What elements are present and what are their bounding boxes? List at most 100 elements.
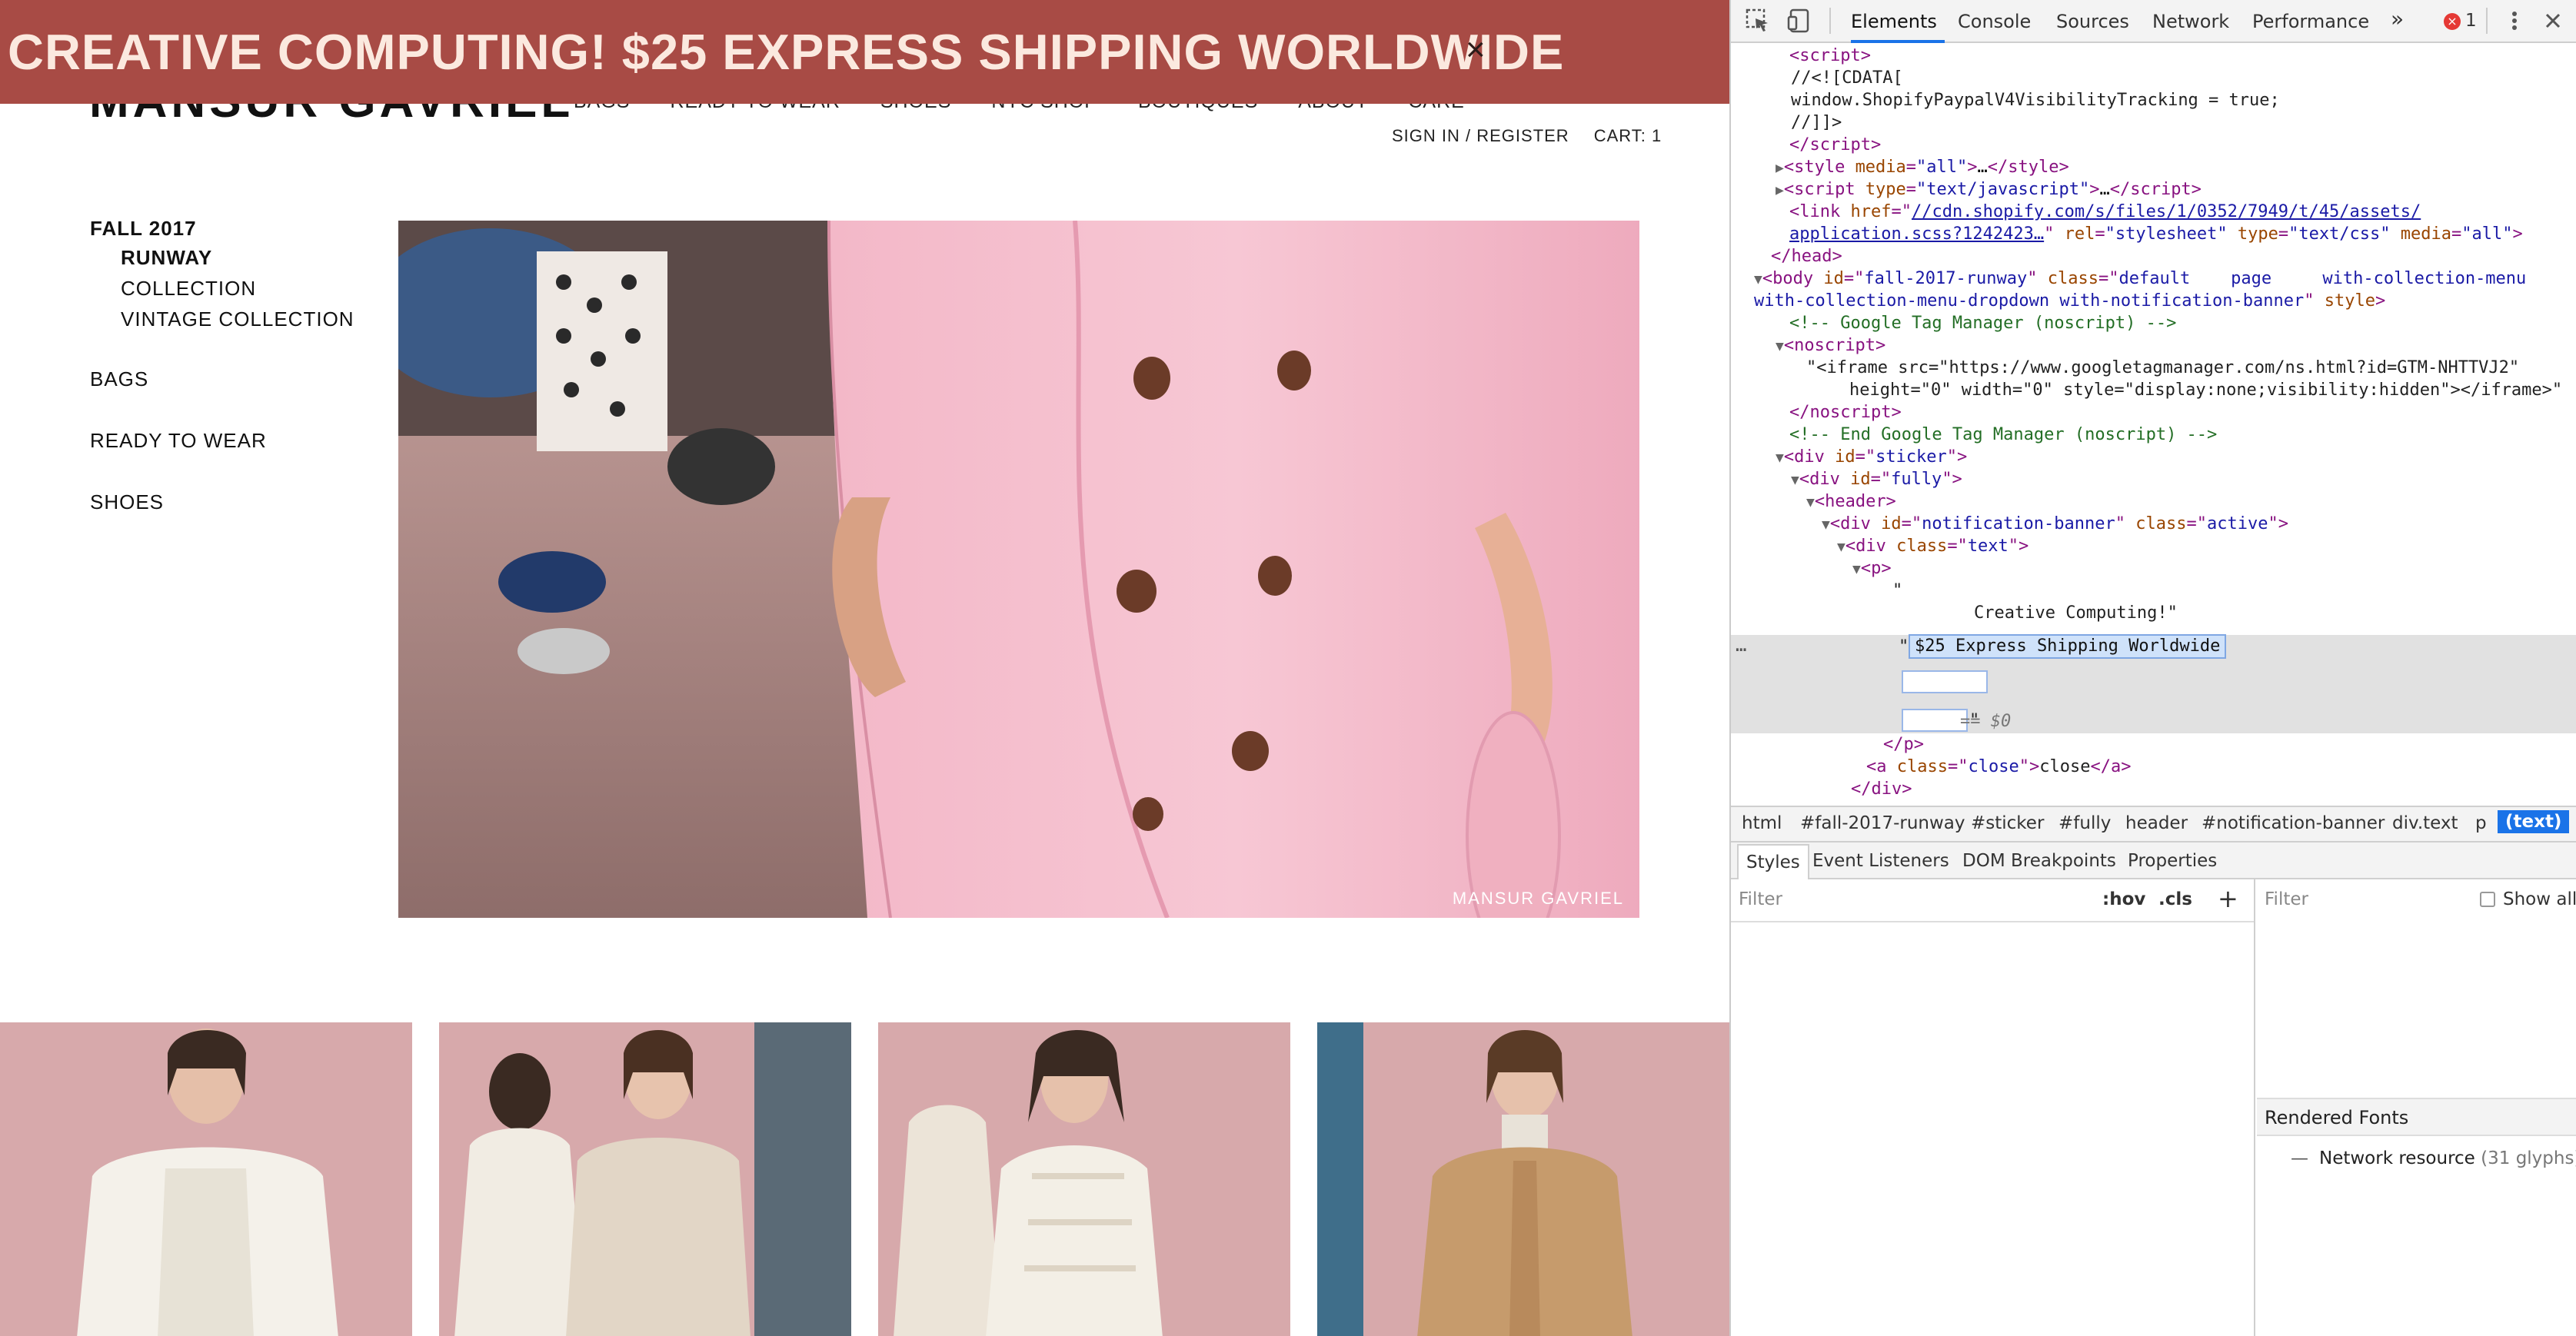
sidebar-item-collection[interactable]: COLLECTION bbox=[90, 277, 354, 307]
banner-close-button[interactable]: × bbox=[1466, 31, 1486, 69]
breadcrumb-item[interactable]: #notification-banner bbox=[2202, 813, 2385, 833]
expanded-triangle-icon[interactable]: ▼ bbox=[1822, 517, 1830, 533]
styles-filter-input[interactable]: Filter bbox=[1739, 889, 1782, 909]
dom-line[interactable]: </div> bbox=[1851, 778, 1912, 800]
runway-hero-image[interactable]: MANSUR GAVRIEL bbox=[398, 221, 1639, 918]
dom-line[interactable]: application.scss?1242423…" rel="styleshe… bbox=[1789, 223, 2523, 245]
dom-line[interactable]: window.ShopifyPaypalV4VisibilityTracking… bbox=[1791, 89, 2280, 111]
error-icon: × bbox=[2444, 13, 2461, 30]
tab-elements[interactable]: Elements bbox=[1851, 11, 1945, 43]
tab-performance[interactable]: Performance bbox=[2252, 11, 2369, 32]
text-edit-box[interactable] bbox=[1902, 709, 1968, 732]
dom-line[interactable]: with-collection-menu-dropdown with-notif… bbox=[1754, 290, 2385, 312]
expanded-triangle-icon[interactable]: ▼ bbox=[1837, 539, 1845, 555]
sidebar-item-shoes[interactable]: SHOES bbox=[90, 490, 354, 514]
dom-line[interactable]: ▼<noscript> bbox=[1776, 334, 1885, 357]
rendered-fonts-header: Rendered Fonts bbox=[2257, 1098, 2576, 1136]
breadcrumb-item-selected[interactable]: (text) bbox=[2498, 810, 2570, 833]
breadcrumb-item[interactable]: #fully bbox=[2058, 813, 2111, 833]
dom-line[interactable]: <link href="//cdn.shopify.com/s/files/1/… bbox=[1789, 201, 2421, 223]
expanded-triangle-icon[interactable]: ▼ bbox=[1791, 472, 1799, 488]
runway-thumbnail-1[interactable] bbox=[0, 1022, 412, 1336]
dom-line[interactable]: ▼<div id="notification-banner" class="ac… bbox=[1822, 513, 2288, 536]
show-all-toggle[interactable]: Show all bbox=[2480, 889, 2576, 909]
computed-filter-input[interactable]: Filter bbox=[2265, 889, 2308, 909]
kebab-menu-icon[interactable] bbox=[2503, 9, 2526, 32]
runway-thumbnail-3[interactable] bbox=[878, 1022, 1290, 1336]
tab-sources[interactable]: Sources bbox=[2056, 11, 2129, 32]
dom-line[interactable]: </head> bbox=[1771, 245, 1842, 268]
hover-state-toggle[interactable]: :hov bbox=[2102, 889, 2145, 909]
dom-line[interactable]: <script> bbox=[1789, 45, 1871, 67]
dom-line[interactable]: height="0" width="0" style="display:none… bbox=[1849, 379, 2562, 401]
dom-line[interactable]: ▼<div class="text"> bbox=[1837, 535, 2029, 558]
expanded-triangle-icon[interactable]: ▼ bbox=[1776, 450, 1784, 466]
expanded-triangle-icon[interactable]: ▼ bbox=[1776, 338, 1784, 354]
sidebar-item-bags[interactable]: BAGS bbox=[90, 367, 354, 429]
tab-dom-breakpoints[interactable]: DOM Breakpoints bbox=[1962, 851, 2116, 871]
stylesheet-link[interactable]: //cdn.shopify.com/s/files/1/0352/7949/t/… bbox=[1912, 202, 2421, 221]
dom-line[interactable]: ▼<header> bbox=[1806, 490, 1896, 513]
sidebar-season[interactable]: FALL 2017 bbox=[90, 217, 354, 246]
stylesheet-link-cont[interactable]: application.scss?1242423… bbox=[1789, 224, 2044, 244]
collapsed-triangle-icon[interactable]: ▶ bbox=[1776, 160, 1784, 176]
sidebar-item-runway[interactable]: RUNWAY bbox=[90, 246, 354, 277]
dom-line[interactable]: ▼<div id="sticker"> bbox=[1776, 446, 1967, 469]
dom-line[interactable]: ▼<p> bbox=[1852, 557, 1892, 580]
sidebar-item-ready-to-wear[interactable]: READY TO WEAR bbox=[90, 429, 354, 490]
text-edit-box[interactable] bbox=[1902, 670, 1988, 693]
breadcrumb-item[interactable]: div.text bbox=[2392, 813, 2458, 833]
cart-link[interactable]: CART: 1 bbox=[1594, 126, 1662, 146]
tab-styles[interactable]: Styles bbox=[1737, 844, 1809, 879]
more-tabs-icon[interactable]: » bbox=[2391, 6, 2404, 32]
breadcrumb-item[interactable]: html bbox=[1742, 813, 1782, 833]
breadcrumb-item[interactable]: #fall-2017-runway bbox=[1800, 813, 1965, 833]
sign-in-register-link[interactable]: SIGN IN / REGISTER bbox=[1392, 126, 1569, 146]
thumbnail-look-2 bbox=[439, 1022, 851, 1336]
devtools-toolbar: Elements Console Sources Network Perform… bbox=[1731, 0, 2576, 43]
tab-event-listeners[interactable]: Event Listeners bbox=[1812, 851, 1949, 871]
runway-thumbnail-2[interactable] bbox=[439, 1022, 851, 1336]
dom-tree[interactable]: <script> //<![CDATA[ window.ShopifyPaypa… bbox=[1731, 45, 2576, 806]
class-toggle[interactable]: .cls bbox=[2158, 889, 2192, 909]
tab-network[interactable]: Network bbox=[2152, 11, 2229, 32]
checkbox[interactable] bbox=[2480, 892, 2495, 907]
sidebar-item-vintage-collection[interactable]: VINTAGE COLLECTION bbox=[90, 307, 354, 367]
toolbar-divider bbox=[2486, 8, 2488, 34]
dom-line[interactable]: //<![CDATA[ bbox=[1791, 67, 1903, 89]
dom-line[interactable]: ▶<script type="text/javascript">…</scrip… bbox=[1776, 178, 2202, 201]
close-icon[interactable] bbox=[2541, 9, 2564, 32]
dom-line[interactable]: ▼<div id="fully"> bbox=[1791, 468, 1962, 491]
dom-line[interactable]: "<iframe src="https://www.googletagmanag… bbox=[1806, 357, 2519, 379]
dom-line[interactable]: <!-- Google Tag Manager (noscript) --> bbox=[1789, 312, 2176, 334]
inspect-element-icon[interactable] bbox=[1745, 8, 1771, 34]
tab-console[interactable]: Console bbox=[1958, 11, 2031, 32]
devtools-panel: Elements Console Sources Network Perform… bbox=[1729, 0, 2576, 1336]
dom-line[interactable]: //]]> bbox=[1791, 111, 1842, 134]
breadcrumb-item[interactable]: p bbox=[2475, 813, 2487, 833]
error-count-badge[interactable]: × 1 bbox=[2444, 11, 2477, 31]
runway-thumbnail-4[interactable] bbox=[1317, 1022, 1729, 1336]
dom-line[interactable]: Creative Computing!" bbox=[1974, 602, 2178, 624]
dom-line[interactable]: </p> bbox=[1883, 733, 1924, 756]
expanded-triangle-icon[interactable]: ▼ bbox=[1852, 561, 1861, 577]
node-actions-ellipsis-icon[interactable]: … bbox=[1736, 634, 1746, 656]
device-toolbar-icon[interactable] bbox=[1786, 8, 1812, 34]
dom-line[interactable]: <!-- End Google Tag Manager (noscript) -… bbox=[1789, 424, 2217, 446]
computed-pane: Filter Show all Rendered Fonts — Network … bbox=[2257, 879, 2576, 1336]
breadcrumb-item[interactable]: #sticker bbox=[1971, 813, 2044, 833]
dom-line[interactable]: " bbox=[1892, 580, 1902, 602]
dom-line: " bbox=[1899, 637, 1909, 656]
collapsed-triangle-icon[interactable]: ▶ bbox=[1776, 182, 1784, 198]
dom-line[interactable]: ▼<body id="fall-2017-runway" class="defa… bbox=[1754, 268, 2526, 291]
new-style-rule-button[interactable]: + bbox=[2218, 884, 2238, 913]
tab-properties[interactable]: Properties bbox=[2128, 851, 2217, 871]
dom-line[interactable]: ▶<style media="all">…</style> bbox=[1776, 156, 2069, 179]
dom-line[interactable]: </noscript> bbox=[1789, 401, 1902, 424]
dom-line[interactable]: <a class="close">close</a> bbox=[1866, 756, 2131, 778]
dom-line[interactable]: </script> bbox=[1789, 134, 1881, 156]
expanded-triangle-icon[interactable]: ▼ bbox=[1806, 494, 1815, 510]
breadcrumb-item[interactable]: header bbox=[2125, 813, 2188, 833]
editing-text-node[interactable]: $25 Express Shipping Worldwide bbox=[1909, 634, 2227, 659]
expanded-triangle-icon[interactable]: ▼ bbox=[1754, 271, 1762, 287]
